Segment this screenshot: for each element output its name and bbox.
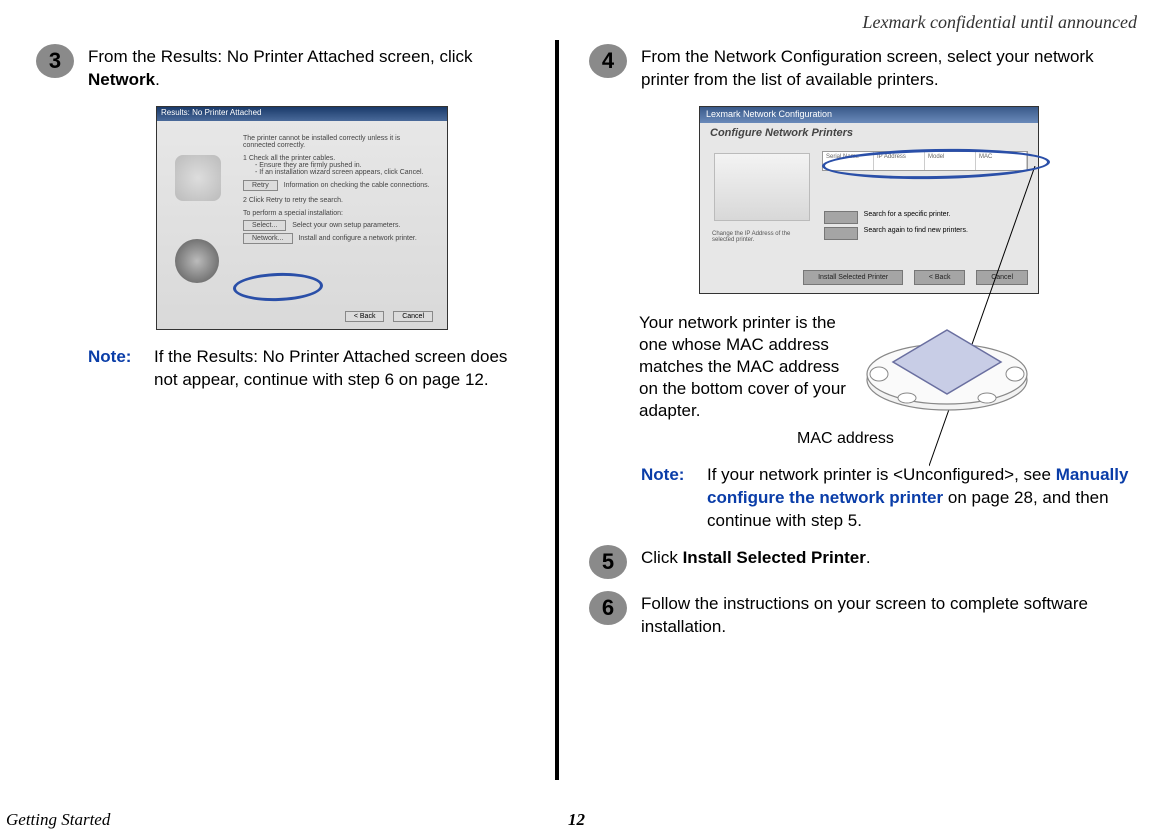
ss2-back-button: < Back: [914, 270, 966, 285]
ss1-back-button: < Back: [345, 311, 385, 322]
left-note-label: Note:: [88, 346, 154, 392]
footer-section-title: Getting Started: [6, 810, 110, 830]
step-5-text-a: Click: [641, 548, 683, 567]
ss2-cancel-button: Cancel: [976, 270, 1028, 285]
ss2-titlebar: Lexmark Network Configuration: [700, 107, 1038, 123]
ss1-l4: To perform a special installation:: [243, 210, 433, 217]
ss2-install-button: Install Selected Printer: [803, 270, 903, 285]
step-5-number: 5: [589, 545, 627, 579]
ss2-heading: Configure Network Printers: [700, 123, 1038, 141]
step-5: 5 Click Install Selected Printer.: [589, 547, 1141, 579]
screenshot-network-config: Lexmark Network Configuration Configure …: [699, 106, 1039, 294]
right-note-body: If your network printer is <Unconfigured…: [707, 464, 1141, 533]
page-footer: Getting Started 12: [0, 810, 1151, 830]
step-5-text: Click Install Selected Printer.: [641, 547, 1141, 570]
step-3-number: 3: [36, 44, 74, 78]
ss2-printer-graphic: [714, 153, 810, 221]
step-4: 4 From the Network Configuration screen,…: [589, 46, 1141, 92]
ss2-search-again-button: [824, 227, 858, 240]
ss2-search-specific-button: [824, 211, 858, 224]
ss2-footer-buttons: Install Selected Printer < Back Cancel: [797, 264, 1028, 285]
ss1-retry-button: Retry: [243, 180, 278, 191]
ss1-info: Information on checking the cable connec…: [284, 182, 430, 189]
ss1-l2b: - If an installation wizard screen appea…: [243, 169, 433, 176]
left-column: 3 From the Results: No Printer Attached …: [0, 46, 555, 780]
right-note-a: If your network printer is <Unconfigured…: [707, 465, 1056, 484]
ss1-select-button: Select...: [243, 220, 286, 231]
step-3: 3 From the Results: No Printer Attached …: [36, 46, 530, 92]
step-6-number: 6: [589, 591, 627, 625]
right-column: 4 From the Network Configuration screen,…: [559, 46, 1149, 780]
mac-address-label: MAC address: [797, 430, 1141, 448]
right-note: Note: If your network printer is <Unconf…: [641, 464, 1141, 533]
ss1-body-text: The printer cannot be installed correctl…: [243, 135, 433, 244]
ss2-btn1-label: Search for a specific printer.: [864, 211, 951, 224]
step-3-text-a: From the Results: No Printer Attached sc…: [88, 47, 473, 66]
step-4-number: 4: [589, 44, 627, 78]
ss2-side-text: Change the IP Address of the selected pr…: [712, 231, 804, 244]
header-confidential: Lexmark confidential until announced: [863, 12, 1137, 33]
ss1-network-button: Network...: [243, 233, 293, 244]
step-3-text-c: .: [155, 70, 160, 89]
step-4-text: From the Network Configuration screen, s…: [641, 46, 1141, 92]
mac-description-row: Your network printer is the one whose MA…: [639, 312, 1141, 422]
ss2-action-buttons: Search for a specific printer. Search ag…: [824, 211, 1024, 243]
adapter-illustration: [859, 312, 1035, 420]
right-note-label: Note:: [641, 464, 707, 533]
ss1-l2: 1 Check all the printer cables.: [243, 155, 433, 162]
ss1-opt2: Install and configure a network printer.: [298, 235, 416, 242]
ss1-l2a: - Ensure they are firmly pushed in.: [243, 162, 433, 169]
ss1-globe-icon: [175, 239, 219, 283]
step-6-text: Follow the instructions on your screen t…: [641, 593, 1141, 639]
step-3-text-bold: Network: [88, 70, 155, 89]
two-column-layout: 3 From the Results: No Printer Attached …: [0, 46, 1151, 780]
ss1-cancel-button: Cancel: [393, 311, 433, 322]
left-note-body: If the Results: No Printer Attached scre…: [154, 346, 530, 392]
footer-page-number: 12: [568, 810, 585, 830]
screenshot-2-wrapper: Lexmark Network Configuration Configure …: [639, 106, 1141, 294]
ss1-l3: 2 Click Retry to retry the search.: [243, 197, 433, 204]
ss1-callout-ellipse: [233, 271, 324, 302]
step-6: 6 Follow the instructions on your screen…: [589, 593, 1141, 639]
ss1-l1: The printer cannot be installed correctl…: [243, 135, 433, 149]
ss2-btn2-label: Search again to find new printers.: [864, 227, 968, 240]
mac-description-text: Your network printer is the one whose MA…: [639, 312, 859, 422]
step-5-text-bold: Install Selected Printer: [683, 548, 866, 567]
step-3-text: From the Results: No Printer Attached sc…: [88, 46, 530, 92]
left-note: Note: If the Results: No Printer Attache…: [88, 346, 530, 392]
ss1-computer-icon: [175, 155, 221, 201]
ss1-footer-buttons: < Back Cancel: [345, 303, 437, 323]
ss1-opt1: Select your own setup parameters.: [292, 222, 400, 229]
ss1-titlebar: Results: No Printer Attached: [157, 107, 447, 121]
screenshot-no-printer-attached: Results: No Printer Attached The printer…: [156, 106, 448, 330]
step-5-text-c: .: [866, 548, 871, 567]
